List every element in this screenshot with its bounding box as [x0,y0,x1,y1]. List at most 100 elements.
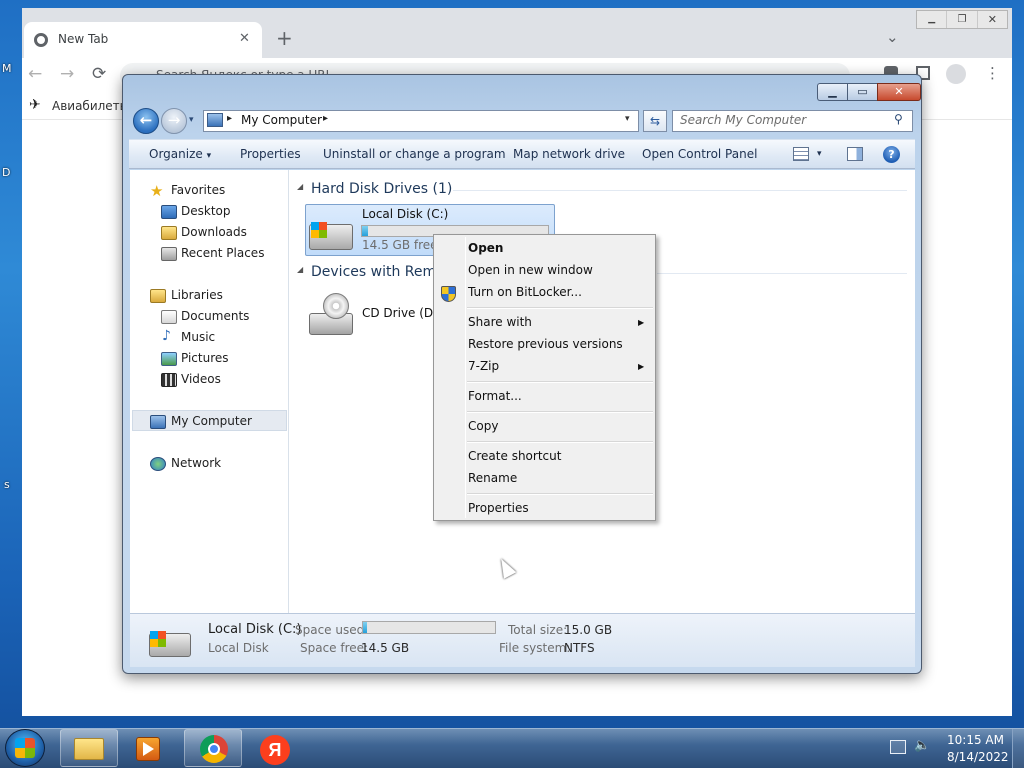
organize-dropdown-icon: ▾ [206,151,212,161]
search-icon[interactable]: ⚲ [894,112,903,126]
menu-item-rename[interactable]: Rename [468,471,517,485]
profile-avatar-icon[interactable] [946,64,966,84]
windows-logo-icon [150,631,166,647]
forward-arrow-icon[interactable]: → [60,64,74,84]
address-history-dropdown-icon[interactable]: ▾ [625,114,630,124]
nav-network[interactable]: Network [171,456,221,470]
preview-pane-icon[interactable] [847,147,863,161]
chrome-tab-title: New Tab [58,32,109,46]
menu-item-7zip[interactable]: 7-Zip [468,359,499,373]
help-icon[interactable]: ? [883,146,900,163]
submenu-arrow-icon: ▶ [638,318,645,327]
new-tab-button[interactable]: + [276,27,293,49]
music-note-icon: ♪ [162,328,171,344]
menu-separator [467,307,653,309]
nav-documents[interactable]: Documents [181,309,249,323]
menu-item-create-shortcut[interactable]: Create shortcut [468,449,561,463]
menu-kebab-icon[interactable]: ⋮ [985,64,1000,82]
desktop-icon-label-fragment: D [2,166,11,179]
downloads-folder-icon [161,226,177,240]
network-tray-icon[interactable] [890,740,906,754]
nav-videos[interactable]: Videos [181,372,221,386]
open-control-panel-command[interactable]: Open Control Panel [642,147,757,161]
computer-icon [150,415,166,429]
windows-start-flag-icon [15,738,35,758]
recent-pages-dropdown-icon[interactable]: ▾ [189,115,194,125]
clock-date[interactable]: 8/14/2022 [947,750,1009,764]
menu-item-bitlocker[interactable]: Turn on BitLocker... [468,285,582,299]
organize-label: Organize [149,147,203,161]
change-view-icon[interactable] [793,147,809,161]
collapse-group-icon[interactable]: ◢ [297,182,303,191]
space-used-label: Space used: [295,623,369,637]
menu-item-open-new-window[interactable]: Open in new window [468,263,593,277]
drive-name-c: Local Disk (C:) [362,207,449,221]
breadcrumb-separator-icon[interactable]: ▸ [323,113,328,124]
menu-item-restore-previous-versions[interactable]: Restore previous versions [468,337,623,351]
maximize-button[interactable]: ▭ [847,83,877,101]
file-system-label: File system: [499,641,571,655]
back-button[interactable]: ← [133,108,159,134]
space-free-label: Space free: [300,641,369,655]
menu-item-copy[interactable]: Copy [468,419,498,433]
nav-desktop[interactable]: Desktop [181,204,231,218]
nav-my-computer[interactable]: My Computer [171,414,252,428]
properties-command[interactable]: Properties [240,147,301,161]
menu-separator [467,381,653,383]
bookmark-aviabilety[interactable]: Авиабилеты [52,99,129,113]
space-free-value: 14.5 GB [361,641,410,655]
nav-downloads[interactable]: Downloads [181,225,247,239]
nav-favorites[interactable]: Favorites [171,183,225,197]
recent-places-icon [161,247,177,261]
chrome-center-icon [208,743,220,755]
close-button[interactable]: ✕ [877,83,921,101]
nav-pictures[interactable]: Pictures [181,351,229,365]
cd-disc-icon [323,293,349,319]
forward-button[interactable]: → [161,108,187,134]
tab-search-chevron-icon[interactable]: ⌄ [886,28,899,46]
back-arrow-icon[interactable]: ← [28,64,42,84]
documents-icon [161,310,177,324]
group-header-hard-disk-drives[interactable]: Hard Disk Drives (1) [311,181,452,197]
space-used-bar [362,621,496,634]
drive-name-d[interactable]: CD Drive (D:) [362,306,442,320]
nav-recent-places[interactable]: Recent Places [181,246,264,260]
group-header-removable-devices[interactable]: Devices with Remo [311,264,445,280]
refresh-button[interactable]: ⇆ [643,110,667,132]
group-divider [453,190,907,191]
desktop-icon [161,205,177,219]
pictures-icon [161,352,177,366]
clock-time[interactable]: 10:15 AM [947,733,1004,747]
menu-separator [467,493,653,495]
menu-item-properties[interactable]: Properties [468,501,529,515]
nav-libraries[interactable]: Libraries [171,288,223,302]
folder-icon [74,738,104,760]
menu-item-format[interactable]: Format... [468,389,522,403]
network-globe-icon [150,457,166,471]
group-divider [657,273,907,274]
minimize-icon[interactable]: ▁ [917,11,948,28]
volume-tray-icon[interactable]: 🔈 [914,738,930,753]
total-size-value: 15.0 GB [564,623,613,637]
chrome-window-controls: ▁ ❐ ✕ [916,10,1008,29]
breadcrumb-separator-icon[interactable]: ▸ [227,113,232,124]
close-icon[interactable]: ✕ [978,11,1007,28]
window-controls: ▁ ▭ ✕ [817,83,921,101]
breadcrumb-my-computer[interactable]: My Computer [241,113,322,127]
collapse-group-icon[interactable]: ◢ [297,265,303,274]
restore-icon[interactable]: ❐ [947,11,978,28]
minimize-button[interactable]: ▁ [817,83,847,101]
yandex-icon: Я [260,735,290,765]
reload-icon[interactable]: ⟳ [92,64,106,84]
menu-item-share-with[interactable]: Share with [468,315,532,329]
tab-close-icon[interactable]: ✕ [239,31,250,46]
menu-item-open[interactable]: Open [468,241,503,255]
nav-music[interactable]: Music [181,330,215,344]
desktop-icon-label-fragment: s [4,478,10,491]
map-network-drive-command[interactable]: Map network drive [513,147,625,161]
view-dropdown-icon[interactable]: ▾ [817,149,822,159]
drive-usage-fill [362,226,368,236]
organize-button[interactable]: Organize ▾ [149,147,211,161]
show-desktop-button[interactable] [1012,729,1024,768]
uninstall-program-command[interactable]: Uninstall or change a program [323,147,506,161]
